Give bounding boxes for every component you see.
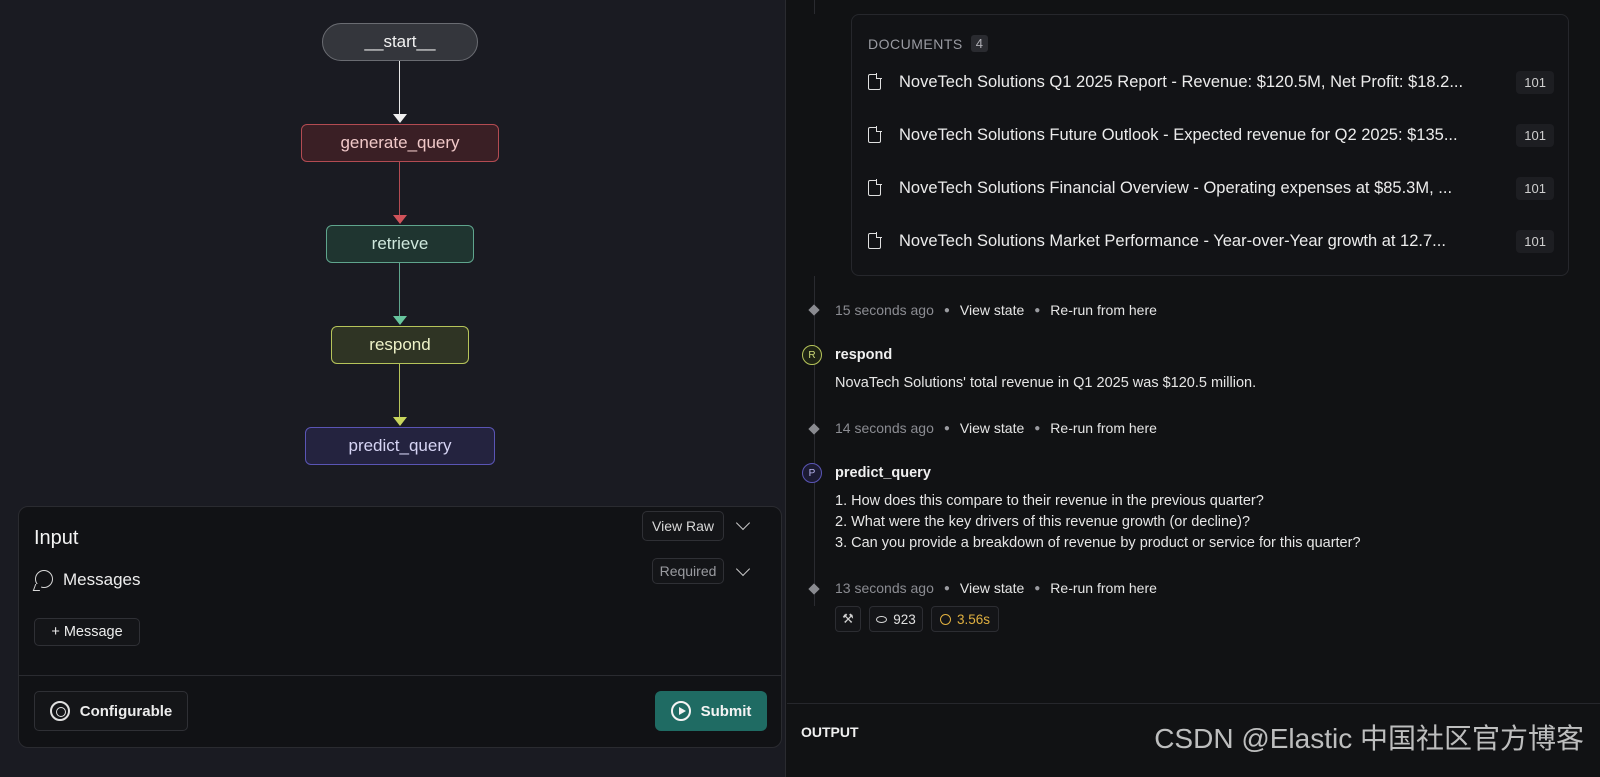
graph-pane: __start__ generate_query retrieve respon… bbox=[0, 0, 786, 777]
step-meta: 13 seconds ago ● View state ● Re-run fro… bbox=[835, 580, 1157, 596]
document-badge: 101 bbox=[1516, 123, 1554, 147]
timeline-diamond-icon bbox=[808, 583, 820, 595]
view-state-link[interactable]: View state bbox=[960, 420, 1024, 436]
submit-button[interactable]: Submit bbox=[655, 691, 767, 731]
edge-start-generate bbox=[399, 61, 400, 116]
documents-header: DOCUMENTS 4 bbox=[868, 35, 989, 52]
output-bar: OUTPUT CSDN @Elastic 中国社区官方博客 bbox=[787, 703, 1600, 754]
output-label[interactable]: OUTPUT bbox=[801, 724, 859, 740]
document-badge: 101 bbox=[1516, 176, 1554, 200]
arrow-head bbox=[393, 114, 407, 123]
predict-query-node-name: predict_query bbox=[835, 465, 931, 481]
respond-output-text: NovaTech Solutions' total revenue in Q1 … bbox=[835, 375, 1257, 391]
add-message-button[interactable]: + Message bbox=[34, 618, 140, 646]
document-title: NoveTech Solutions Q1 2025 Report - Reve… bbox=[899, 72, 1464, 91]
message-bubble-icon bbox=[35, 570, 53, 588]
timeline-diamond-icon bbox=[808, 304, 820, 316]
edge-respond-predict bbox=[399, 364, 400, 419]
separator-dot: ● bbox=[943, 304, 950, 316]
node-start[interactable]: __start__ bbox=[322, 23, 478, 61]
file-icon bbox=[868, 126, 882, 143]
timeline-line bbox=[814, 0, 815, 14]
token-count-chip[interactable]: 923 bbox=[869, 606, 923, 632]
token-count: 923 bbox=[893, 611, 916, 627]
separator-dot: ● bbox=[1034, 304, 1041, 316]
step-meta: 14 seconds ago ● View state ● Re-run fro… bbox=[835, 420, 1157, 436]
separator-dot: ● bbox=[1034, 422, 1041, 434]
rerun-link[interactable]: Re-run from here bbox=[1050, 420, 1157, 436]
input-title: Input bbox=[34, 527, 79, 549]
documents-title: DOCUMENTS bbox=[868, 35, 963, 52]
node-retrieve[interactable]: retrieve bbox=[326, 225, 474, 263]
timeline-diamond-icon bbox=[808, 423, 820, 435]
respond-node-name: respond bbox=[835, 347, 893, 363]
predict-query-node-badge: P bbox=[802, 463, 822, 483]
document-item[interactable]: NoveTech Solutions Q1 2025 Report - Reve… bbox=[868, 65, 1554, 99]
node-respond[interactable]: respond bbox=[331, 326, 469, 364]
clock-icon bbox=[939, 613, 951, 625]
required-badge: Required bbox=[652, 558, 724, 584]
predict-query-line: 3. Can you provide a breakdown of revenu… bbox=[835, 535, 1361, 551]
predict-query-line: 2. What were the key drivers of this rev… bbox=[835, 514, 1251, 530]
step-time: 13 seconds ago bbox=[835, 580, 934, 596]
file-icon bbox=[868, 179, 882, 196]
arrow-head bbox=[393, 215, 407, 224]
document-title: NoveTech Solutions Financial Overview - … bbox=[899, 178, 1453, 197]
latency-value: 3.56s bbox=[956, 611, 991, 627]
arrow-head bbox=[393, 417, 407, 426]
view-raw-button[interactable]: View Raw bbox=[642, 511, 724, 541]
submit-label: Submit bbox=[700, 702, 752, 720]
latency-chip[interactable]: 3.56s bbox=[931, 606, 999, 632]
chevron-down-icon[interactable] bbox=[735, 561, 751, 577]
separator-dot: ● bbox=[943, 582, 950, 594]
documents-card: DOCUMENTS 4 NoveTech Solutions Q1 2025 R… bbox=[851, 14, 1569, 276]
wrench-icon: ⚒ bbox=[842, 611, 854, 626]
play-icon bbox=[670, 701, 691, 721]
separator-dot: ● bbox=[1034, 582, 1041, 594]
node-predict-query[interactable]: predict_query bbox=[305, 427, 495, 465]
edge-generate-retrieve bbox=[399, 162, 400, 217]
node-generate-query[interactable]: generate_query bbox=[301, 124, 499, 162]
view-state-link[interactable]: View state bbox=[960, 302, 1024, 318]
timeline-line bbox=[814, 276, 815, 606]
documents-count-badge: 4 bbox=[970, 35, 989, 52]
configurable-button[interactable]: Configurable bbox=[34, 691, 188, 731]
document-item[interactable]: NoveTech Solutions Financial Overview - … bbox=[868, 171, 1554, 205]
view-state-link[interactable]: View state bbox=[960, 580, 1024, 596]
step-time: 15 seconds ago bbox=[835, 302, 934, 318]
document-badge: 101 bbox=[1516, 229, 1554, 253]
step-meta: 15 seconds ago ● View state ● Re-run fro… bbox=[835, 302, 1157, 318]
coin-icon bbox=[876, 615, 888, 623]
document-title: NoveTech Solutions Future Outlook - Expe… bbox=[899, 125, 1458, 144]
gear-icon bbox=[49, 701, 70, 721]
rerun-link[interactable]: Re-run from here bbox=[1050, 580, 1157, 596]
graph-canvas: __start__ generate_query retrieve respon… bbox=[0, 0, 786, 500]
document-title: NoveTech Solutions Market Performance - … bbox=[899, 231, 1446, 250]
document-badge: 101 bbox=[1516, 70, 1554, 94]
edge-retrieve-respond bbox=[399, 263, 400, 318]
configurable-label: Configurable bbox=[79, 702, 173, 720]
separator-dot: ● bbox=[943, 422, 950, 434]
tools-chip[interactable]: ⚒ bbox=[835, 606, 861, 632]
input-panel: Input View Raw Messages Required + Messa… bbox=[18, 506, 782, 748]
file-icon bbox=[868, 232, 882, 249]
messages-label: Messages bbox=[63, 570, 141, 589]
document-item[interactable]: NoveTech Solutions Future Outlook - Expe… bbox=[868, 118, 1554, 152]
run-output-pane: DOCUMENTS 4 NoveTech Solutions Q1 2025 R… bbox=[787, 0, 1600, 777]
predict-query-line: 1. How does this compare to their revenu… bbox=[835, 493, 1264, 509]
document-item[interactable]: NoveTech Solutions Market Performance - … bbox=[868, 224, 1554, 258]
respond-node-badge: R bbox=[802, 345, 822, 365]
step-time: 14 seconds ago bbox=[835, 420, 934, 436]
divider bbox=[19, 675, 781, 676]
watermark: CSDN @Elastic 中国社区官方博客 bbox=[1154, 723, 1584, 754]
chevron-down-icon[interactable] bbox=[735, 515, 751, 531]
arrow-head bbox=[393, 316, 407, 325]
file-icon bbox=[868, 73, 882, 90]
rerun-link[interactable]: Re-run from here bbox=[1050, 302, 1157, 318]
